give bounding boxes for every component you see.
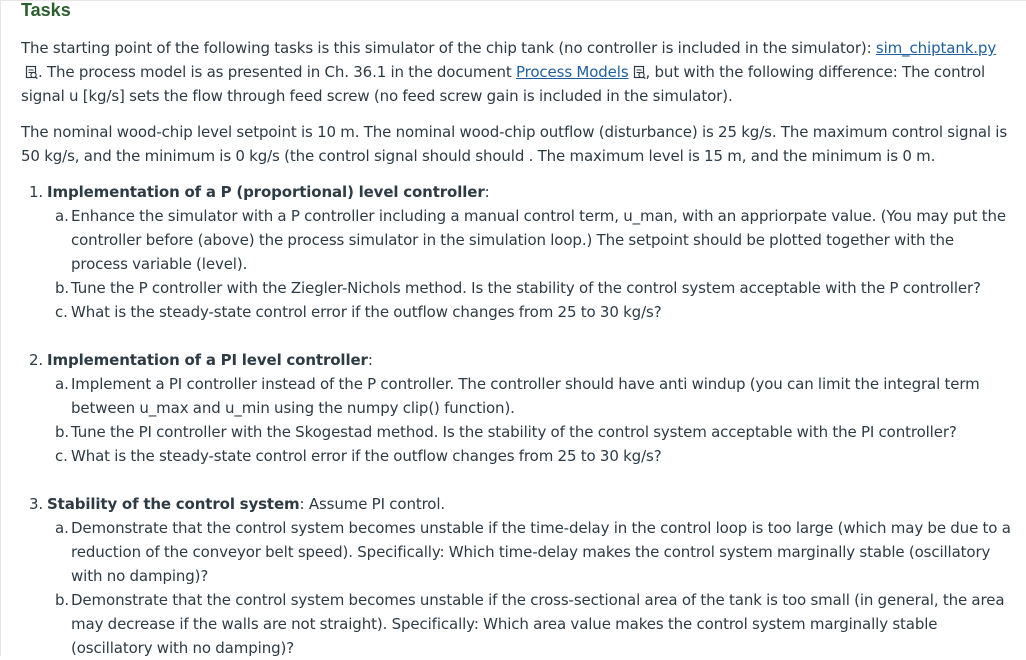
subtask-list: a. Enhance the simulator with a P control… xyxy=(29,204,1011,324)
subtask-list: a. Implement a PI controller instead of t… xyxy=(29,372,1011,468)
subtask-letter: b. xyxy=(55,423,70,441)
subtask-item: a. Implement a PI controller instead of t… xyxy=(29,372,1011,420)
task-heading-suffix: : xyxy=(484,183,490,201)
subtask-text: What is the steady-state control error i… xyxy=(71,303,662,321)
subtask-letter: a. xyxy=(55,519,69,537)
subtask-letter: b. xyxy=(55,279,70,297)
process-models-link[interactable]: Process Models xyxy=(516,63,629,81)
subtask-item: a. Demonstrate that the control system be… xyxy=(29,516,1011,588)
subtask-item: b. Tune the PI controller with the Skoges… xyxy=(29,420,1011,444)
document-preview-icon[interactable] xyxy=(633,65,646,79)
subtask-text: Tune the PI controller with the Skogesta… xyxy=(71,423,957,441)
subtask-item: a. Enhance the simulator with a P control… xyxy=(29,204,1011,276)
subtask-text: What is the steady-state control error i… xyxy=(71,447,662,465)
task-number: 3. xyxy=(29,495,44,513)
subtask-letter: c. xyxy=(55,447,68,465)
task-heading: Implementation of a P (proportional) lev… xyxy=(47,183,485,201)
left-border xyxy=(0,0,1,656)
subtask-item: c. What is the steady-state control error… xyxy=(29,300,1011,324)
task-heading-suffix: : Assume PI control. xyxy=(299,495,446,513)
task-number: 1. xyxy=(29,183,44,201)
tasks-section: Tasks The starting point of the followin… xyxy=(21,0,1011,657)
intro-text-2: . The process model is as presented in C… xyxy=(38,63,516,81)
sim-chiptank-link[interactable]: sim_chiptank.py xyxy=(876,39,996,57)
subtask-letter: a. xyxy=(55,375,69,393)
subtask-text: Implement a PI controller instead of the… xyxy=(71,375,980,417)
subtask-text: Demonstrate that the control system beco… xyxy=(71,519,1011,585)
subtask-letter: c. xyxy=(55,303,68,321)
task-heading: Implementation of a PI level controller xyxy=(47,351,368,369)
subtask-letter: a. xyxy=(55,207,69,225)
subtask-text: Demonstrate that the control system beco… xyxy=(71,591,1005,657)
intro-text-1: The starting point of the following task… xyxy=(21,39,876,57)
task-number: 2. xyxy=(29,351,44,369)
document-preview-icon[interactable] xyxy=(25,65,38,79)
task-item: 3. Stability of the control system: Assu… xyxy=(29,492,1011,660)
task-item: 1. Implementation of a P (proportional) … xyxy=(29,180,1011,324)
subtask-text: Enhance the simulator with a P controlle… xyxy=(71,207,1007,273)
task-heading-suffix: : xyxy=(367,351,373,369)
subtask-item: b. Demonstrate that the control system be… xyxy=(29,588,1011,660)
task-heading: Stability of the control system xyxy=(47,495,300,513)
subtask-item: b. Tune the P controller with the Ziegler… xyxy=(29,276,1011,300)
subtask-letter: b. xyxy=(55,591,70,609)
subtask-item: c. What is the steady-state control error… xyxy=(29,444,1011,468)
task-item: 2. Implementation of a PI level controll… xyxy=(29,348,1011,468)
subtask-list: a. Demonstrate that the control system be… xyxy=(29,516,1011,660)
subtask-text: Tune the P controller with the Ziegler-N… xyxy=(71,279,981,297)
page-title: Tasks xyxy=(21,0,71,20)
nominal-values-paragraph: The nominal wood-chip level setpoint is … xyxy=(21,123,1008,165)
intro-paragraph: The starting point of the following task… xyxy=(21,36,1011,108)
task-list: 1. Implementation of a P (proportional) … xyxy=(29,180,1011,660)
